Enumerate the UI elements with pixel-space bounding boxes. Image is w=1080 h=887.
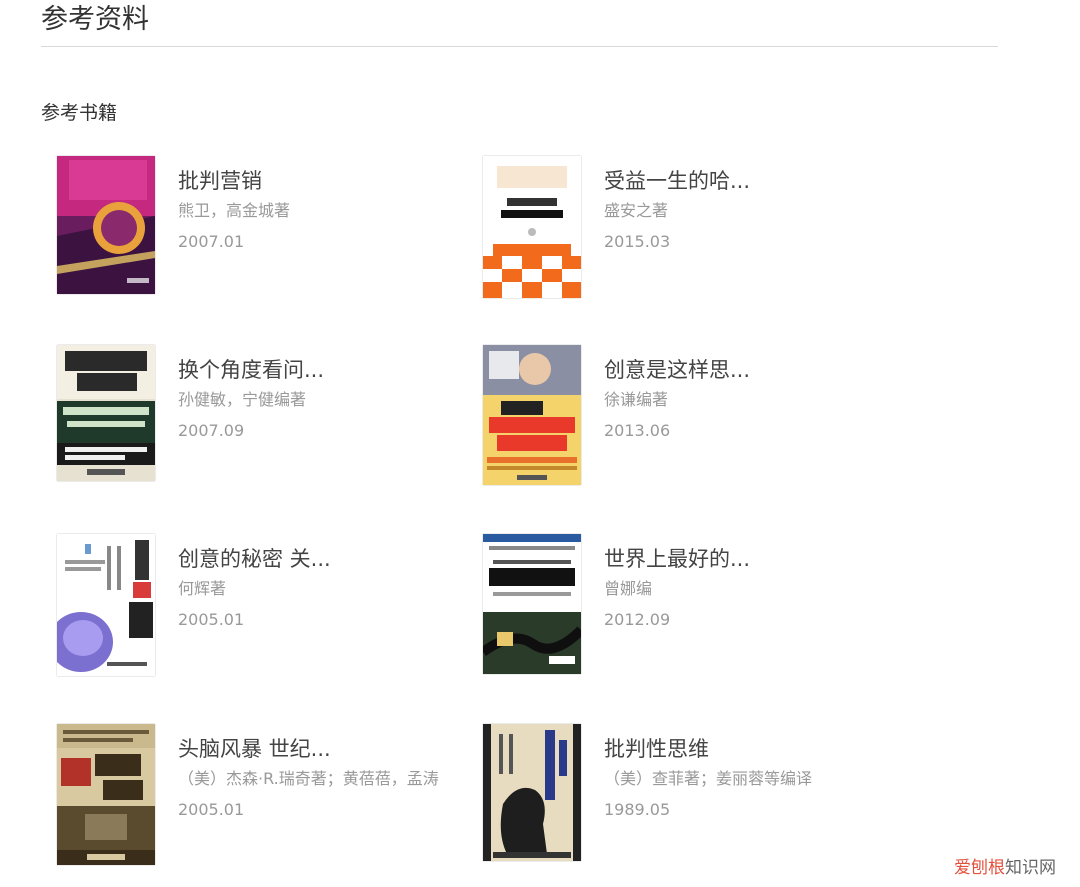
book-date: 2005.01 (178, 800, 245, 819)
book-date: 2015.03 (604, 232, 671, 251)
book-author: （美）杰森·R.瑞奇著；黄蓓蓓，孟涛 (178, 769, 439, 788)
book-author: 孙健敏，宁健编著 (178, 390, 307, 409)
book-cover[interactable] (57, 534, 155, 676)
book-author: （美）查菲著；姜丽蓉等编译 (604, 769, 813, 788)
book-title[interactable]: 头脑风暴 世纪... (178, 734, 331, 764)
book-item[interactable]: 世界上最好的... 曾娜编 2012.09 (483, 534, 903, 684)
book-cover[interactable] (483, 345, 581, 485)
title-divider (41, 46, 998, 47)
watermark-suffix: 知识网 (1005, 858, 1056, 878)
book-title[interactable]: 受益一生的哈... (604, 166, 750, 196)
book-date: 2005.01 (178, 610, 245, 629)
book-author: 盛安之著 (604, 201, 669, 220)
book-cover[interactable] (57, 156, 155, 294)
book-title[interactable]: 世界上最好的... (604, 544, 750, 574)
book-title[interactable]: 换个角度看问... (178, 355, 324, 385)
book-date: 1989.05 (604, 800, 671, 819)
book-cover-critical-marketing (57, 156, 155, 294)
book-cover[interactable] (483, 724, 581, 861)
book-title[interactable]: 创意的秘密 关... (178, 544, 331, 574)
book-date: 2013.06 (604, 421, 671, 440)
section-title: 参考资料 (41, 4, 149, 35)
sub-title: 参考书籍 (41, 102, 118, 124)
book-item[interactable]: 批判性思维 （美）查菲著；姜丽蓉等编译 1989.05 (483, 724, 903, 874)
watermark-brand: 爱刨根 (954, 858, 1005, 878)
book-cover-mind-map (483, 534, 581, 674)
book-item[interactable]: 创意是这样思... 徐谦编著 2013.06 (483, 345, 903, 495)
book-item[interactable]: 换个角度看问... 孙健敏，宁健编著 2007.09 (57, 345, 477, 495)
book-author: 徐谦编著 (604, 390, 669, 409)
site-watermark: 爱刨根知识网 (954, 857, 1056, 879)
book-cover-solving-problems (57, 345, 155, 481)
book-item[interactable]: 受益一生的哈... 盛安之著 2015.03 (483, 156, 903, 306)
book-cover[interactable] (57, 345, 155, 481)
book-author: 曾娜编 (604, 579, 653, 598)
book-date: 2007.01 (178, 232, 245, 251)
book-item[interactable]: 创意的秘密 关... 何辉著 2005.01 (57, 534, 477, 684)
book-date: 2007.09 (178, 421, 245, 440)
book-cover[interactable] (483, 156, 581, 298)
book-author: 熊卫，高金城著 (178, 201, 291, 220)
book-cover-secret-of-creativity (57, 534, 155, 676)
book-cover-critical-thinking (483, 724, 581, 861)
book-title[interactable]: 批判营销 (178, 166, 262, 196)
book-cover[interactable] (57, 724, 155, 865)
book-date: 2012.09 (604, 610, 671, 629)
book-cover-harvard-creativity (483, 156, 581, 298)
book-item[interactable]: 批判营销 熊卫，高金城著 2007.01 (57, 156, 477, 306)
book-cover-brainstorm (57, 724, 155, 865)
book-cover[interactable] (483, 534, 581, 674)
book-cover-creativity-thinking (483, 345, 581, 485)
book-author: 何辉著 (178, 579, 227, 598)
book-item[interactable]: 头脑风暴 世纪... （美）杰森·R.瑞奇著；黄蓓蓓，孟涛 2005.01 (57, 724, 477, 874)
book-title[interactable]: 创意是这样思... (604, 355, 750, 385)
book-title[interactable]: 批判性思维 (604, 734, 709, 764)
